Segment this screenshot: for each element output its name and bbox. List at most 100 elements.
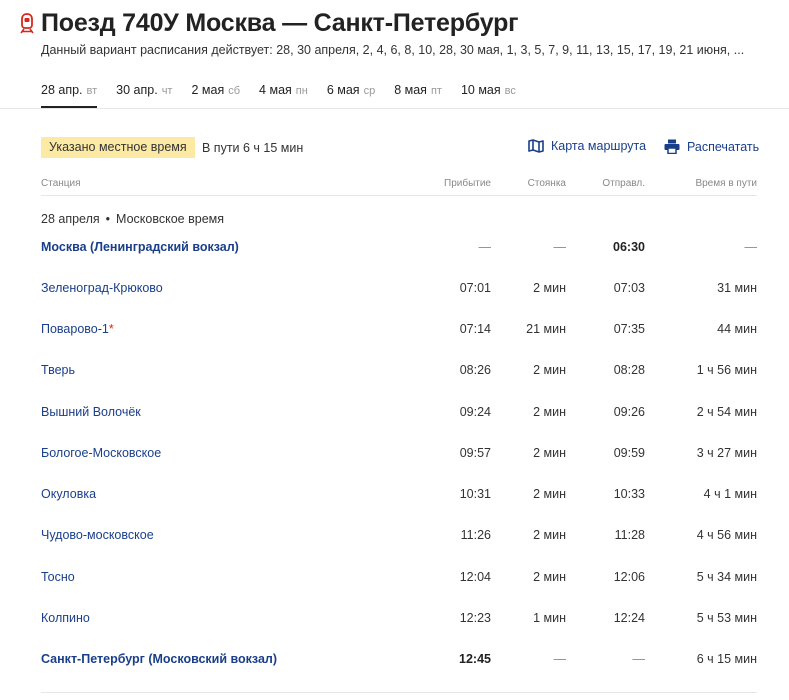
date-tab-date: 30 апр. [116, 83, 158, 97]
date-tab-date: 10 мая [460, 83, 501, 97]
station-link[interactable]: Тверь [41, 363, 75, 377]
station-link[interactable]: Вышний Волочёк [41, 405, 141, 419]
table-row: Бологое-Московское 09:57 2 мин 09:59 3 ч… [0, 446, 789, 466]
station-link[interactable]: Москва (Ленинградский вокзал) [41, 240, 239, 254]
arrival-time: 12:45 [459, 652, 491, 666]
table-row: Колпино 12:23 1 мин 12:24 5 ч 53 мин [0, 611, 789, 631]
arrival-time: 09:57 [459, 446, 491, 460]
column-header-total: Время в пути [695, 178, 757, 189]
arrival-time: 11:26 [460, 528, 491, 542]
route-map-label: Карта маршрута [551, 139, 647, 153]
stop-duration: 2 мин [533, 570, 566, 584]
date-tab-dow: сб [228, 85, 241, 97]
travel-time: 4 ч 1 мин [703, 487, 757, 501]
date-tab-date: 6 мая [326, 83, 360, 97]
column-header-stop: Стоянка [527, 178, 566, 189]
arrival-time: 10:31 [459, 487, 491, 501]
stop-duration: 2 мин [533, 487, 566, 501]
table-row: Тверь 08:26 2 мин 08:28 1 ч 56 мин [0, 363, 789, 383]
travel-time: 1 ч 56 мин [696, 363, 757, 377]
travel-time: 5 ч 34 мин [696, 570, 757, 584]
departure-time: 08:28 [613, 363, 645, 377]
table-row: Зеленоград-Крюково 07:01 2 мин 07:03 31 … [0, 281, 789, 301]
travel-time: 5 ч 53 мин [696, 611, 757, 625]
departure-time: 07:35 [613, 322, 645, 336]
date-group-label: 28 апреля • Московское время [41, 212, 224, 226]
departure-time: 11:28 [614, 528, 645, 542]
column-header-arrival: Прибытие [444, 178, 491, 189]
column-header-station: Станция [41, 178, 81, 189]
travel-time: — [744, 240, 758, 254]
travel-time: 6 ч 15 мин [696, 652, 757, 666]
date-tab[interactable]: 4 мая пн [259, 83, 308, 108]
header-divider [41, 195, 757, 196]
arrival-time: 08:26 [459, 363, 491, 377]
arrival-time: 09:24 [459, 405, 491, 419]
departure-time: 06:30 [613, 240, 645, 254]
stop-duration: 2 мин [533, 528, 566, 542]
table-row: Вышний Волочёк 09:24 2 мин 09:26 2 ч 54 … [0, 405, 789, 425]
print-link[interactable]: Распечатать [664, 139, 759, 154]
date-tab-dow: пн [295, 85, 308, 97]
date-group-timezone: Московское время [116, 212, 225, 226]
table-row: Санкт-Петербург (Московский вокзал) 12:4… [0, 652, 789, 672]
date-tab[interactable]: 8 мая пт [394, 83, 442, 108]
arrival-time: 12:04 [459, 570, 491, 584]
date-tab-dow: пт [430, 85, 442, 97]
arrival-time: — [478, 240, 492, 254]
local-time-badge: Указано местное время [41, 137, 195, 158]
travel-time: 4 ч 56 мин [696, 528, 757, 542]
tabs-divider [0, 108, 789, 109]
arrival-time: 12:23 [459, 611, 491, 625]
station-asterisk: * [108, 322, 114, 336]
departure-time: 12:06 [613, 570, 645, 584]
station-link[interactable]: Тосно [41, 570, 75, 584]
station-link[interactable]: Колпино [41, 611, 90, 625]
station-link[interactable]: Бологое-Московское [41, 446, 161, 460]
date-tab-date: 8 мая [394, 83, 427, 97]
date-tab-date: 28 апр. [41, 83, 83, 97]
table-bottom-divider [41, 692, 757, 693]
date-tabs: 28 апр. вт 30 апр. чт 2 мая сб 4 мая пн 6 ма… [41, 83, 535, 109]
schedule-note: Данный вариант расписания действует: 28,… [41, 43, 745, 57]
station-link[interactable]: Чудово-московское [41, 528, 154, 542]
station-link[interactable]: Поварово-1* [41, 322, 114, 336]
map-icon [528, 139, 544, 153]
date-tab-dow: чт [161, 85, 173, 97]
date-tab[interactable]: 30 апр. чт [116, 83, 172, 108]
departure-time: 12:24 [613, 611, 645, 625]
table-row: Чудово-московское 11:26 2 мин 11:28 4 ч … [0, 528, 789, 548]
travel-time: 31 мин [717, 281, 757, 295]
date-tab-date: 4 мая [259, 83, 292, 97]
stop-duration: 2 мин [533, 405, 566, 419]
departure-time: 09:59 [613, 446, 645, 460]
travel-time: 44 мин [717, 322, 757, 336]
departure-time: 09:26 [613, 405, 645, 419]
travel-time: 3 ч 27 мин [696, 446, 757, 460]
date-tab-date: 2 мая [191, 83, 225, 97]
table-row: Поварово-1* 07:14 21 мин 07:35 44 мин [0, 322, 789, 342]
date-tab-dow: ср [363, 85, 376, 97]
travel-time: 2 ч 54 мин [696, 405, 757, 419]
stop-duration: — [553, 240, 567, 254]
date-group-separator: • [105, 212, 111, 226]
route-map-link[interactable]: Карта маршрута [528, 139, 646, 153]
arrival-time: 07:14 [459, 322, 491, 336]
date-tab-dow: вс [504, 85, 516, 97]
date-tab-dow: вт [86, 85, 98, 97]
stop-duration: 1 мин [533, 611, 566, 625]
table-row: Москва (Ленинградский вокзал) — — 06:30 … [0, 240, 789, 260]
date-tab[interactable]: 28 апр. вт [41, 83, 98, 108]
departure-time: — [632, 652, 646, 666]
station-link[interactable]: Окуловка [41, 487, 96, 501]
station-link[interactable]: Санкт-Петербург (Московский вокзал) [41, 652, 277, 666]
stop-duration: 2 мин [533, 363, 566, 377]
station-link[interactable]: Зеленоград-Крюково [41, 281, 163, 295]
departure-time: 10:33 [613, 487, 645, 501]
table-row: Тосно 12:04 2 мин 12:06 5 ч 34 мин [0, 570, 789, 590]
date-tab[interactable]: 2 мая сб [191, 83, 240, 108]
date-tab[interactable]: 6 мая ср [327, 83, 375, 108]
departure-time: 07:03 [613, 281, 645, 295]
date-tab[interactable]: 10 мая вс [461, 83, 516, 108]
stop-duration: 21 мин [526, 322, 566, 336]
